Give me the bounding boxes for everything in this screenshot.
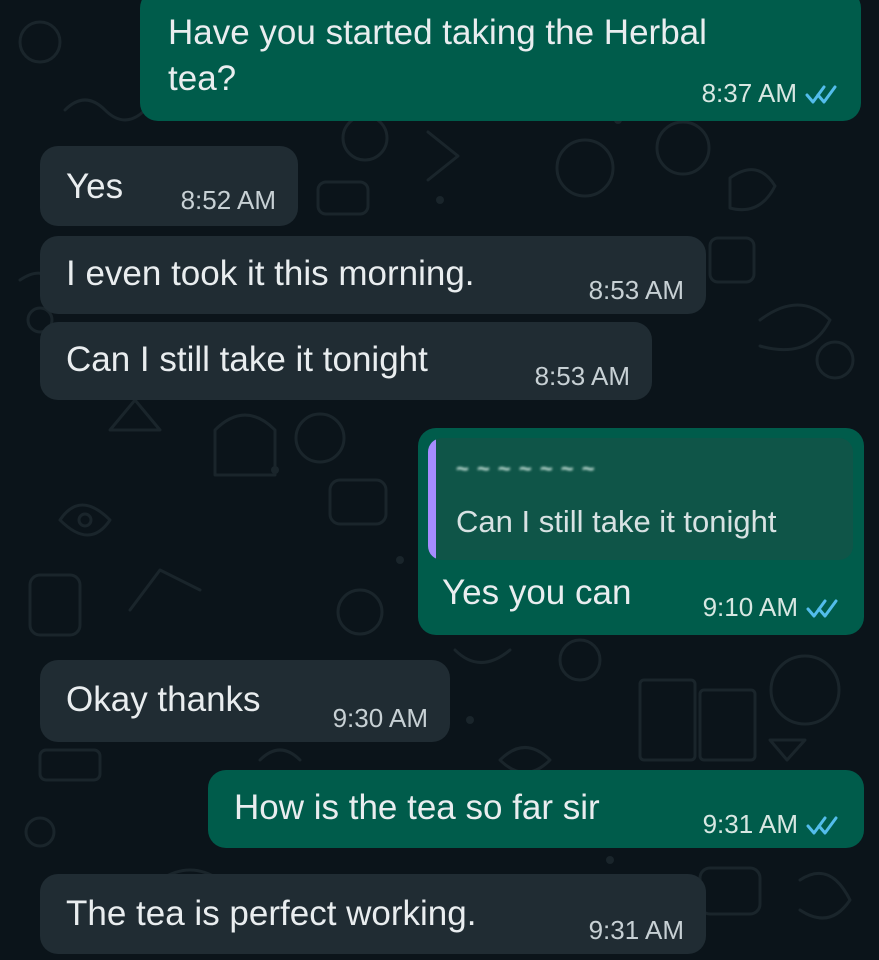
message-meta: 9:31 AM <box>589 915 684 946</box>
message-incoming[interactable]: I even took it this morning. 8:53 AM <box>40 236 706 314</box>
message-text: The tea is perfect working. <box>66 894 477 933</box>
message-outgoing-reply[interactable]: ~ ~ ~ ~ ~ ~ ~ Can I still take it tonigh… <box>418 428 864 635</box>
message-text-line-2: tea? <box>168 59 237 98</box>
message-outgoing[interactable]: Have you started taking the Herbal tea? … <box>140 0 861 121</box>
message-text: Yes <box>66 167 124 206</box>
message-text: I even took it this morning. <box>66 254 475 293</box>
message-time: 9:10 AM <box>702 592 798 622</box>
message-meta: 9:30 AM <box>333 703 428 734</box>
conversation-view: Have you started taking the Herbal tea? … <box>0 0 879 960</box>
double-check-icon <box>806 599 838 617</box>
message-incoming[interactable]: Can I still take it tonight 8:53 AM <box>40 322 652 400</box>
message-time: 8:37 AM <box>701 78 797 108</box>
message-text: Okay thanks <box>66 680 261 719</box>
quote-bar <box>428 438 436 560</box>
quoted-message[interactable]: ~ ~ ~ ~ ~ ~ ~ Can I still take it tonigh… <box>428 438 853 560</box>
message-text-line-1: Have you started taking the Herbal <box>168 13 707 52</box>
message-outgoing[interactable]: How is the tea so far sir 9:31 AM <box>208 770 864 848</box>
message-text: How is the tea so far sir <box>234 788 600 827</box>
message-time: 9:30 AM <box>332 703 428 733</box>
message-meta: 9:10 AM <box>703 592 840 623</box>
message-incoming[interactable]: Yes 8:52 AM <box>40 146 298 226</box>
quoted-sender-name: ~ ~ ~ ~ ~ ~ ~ <box>456 456 596 481</box>
message-time: 9:31 AM <box>702 809 798 839</box>
message-incoming[interactable]: Okay thanks 9:30 AM <box>40 660 450 742</box>
message-time: 8:52 AM <box>180 185 276 215</box>
message-text: Can I still take it tonight <box>66 340 428 379</box>
message-time: 8:53 AM <box>534 361 630 391</box>
message-meta: 8:53 AM <box>589 275 684 306</box>
double-check-icon <box>806 816 838 834</box>
message-meta: 8:53 AM <box>535 361 630 392</box>
message-meta: 8:37 AM <box>702 78 839 109</box>
quoted-message-text: Can I still take it tonight <box>456 504 777 539</box>
message-time: 8:53 AM <box>588 275 684 305</box>
double-check-icon <box>805 85 837 103</box>
message-meta: 9:31 AM <box>703 809 840 840</box>
message-meta: 8:52 AM <box>181 185 276 216</box>
message-incoming[interactable]: The tea is perfect working. 9:31 AM <box>40 874 706 954</box>
message-time: 9:31 AM <box>588 915 684 945</box>
message-text: Yes you can <box>442 573 632 612</box>
